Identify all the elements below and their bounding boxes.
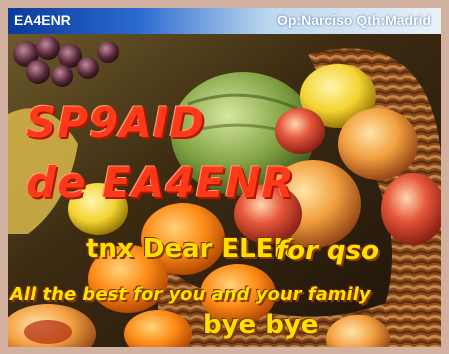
fruit-basket-image: SP9AID de EA4ENR tnx Dear ELEK for qso A… [8, 34, 441, 347]
wishes-line: All the best for you and your family [10, 284, 371, 305]
to-callsign: SP9AID [26, 98, 206, 147]
header-callsign: EA4ENR [14, 12, 71, 28]
thanks-line: tnx Dear ELEK [86, 234, 294, 264]
qsl-frame: EA4ENR Op:Narciso Qth:Madrid SP9AID de E… [0, 0, 449, 354]
for-qso-line: for qso [276, 236, 379, 266]
header-operator-info: Op:Narciso Qth:Madrid [276, 12, 431, 28]
title-bar: EA4ENR Op:Narciso Qth:Madrid [8, 8, 441, 34]
from-callsign: de EA4ENR [26, 158, 295, 207]
qsl-card: EA4ENR Op:Narciso Qth:Madrid SP9AID de E… [8, 8, 441, 347]
closing-line: bye bye [203, 310, 319, 340]
